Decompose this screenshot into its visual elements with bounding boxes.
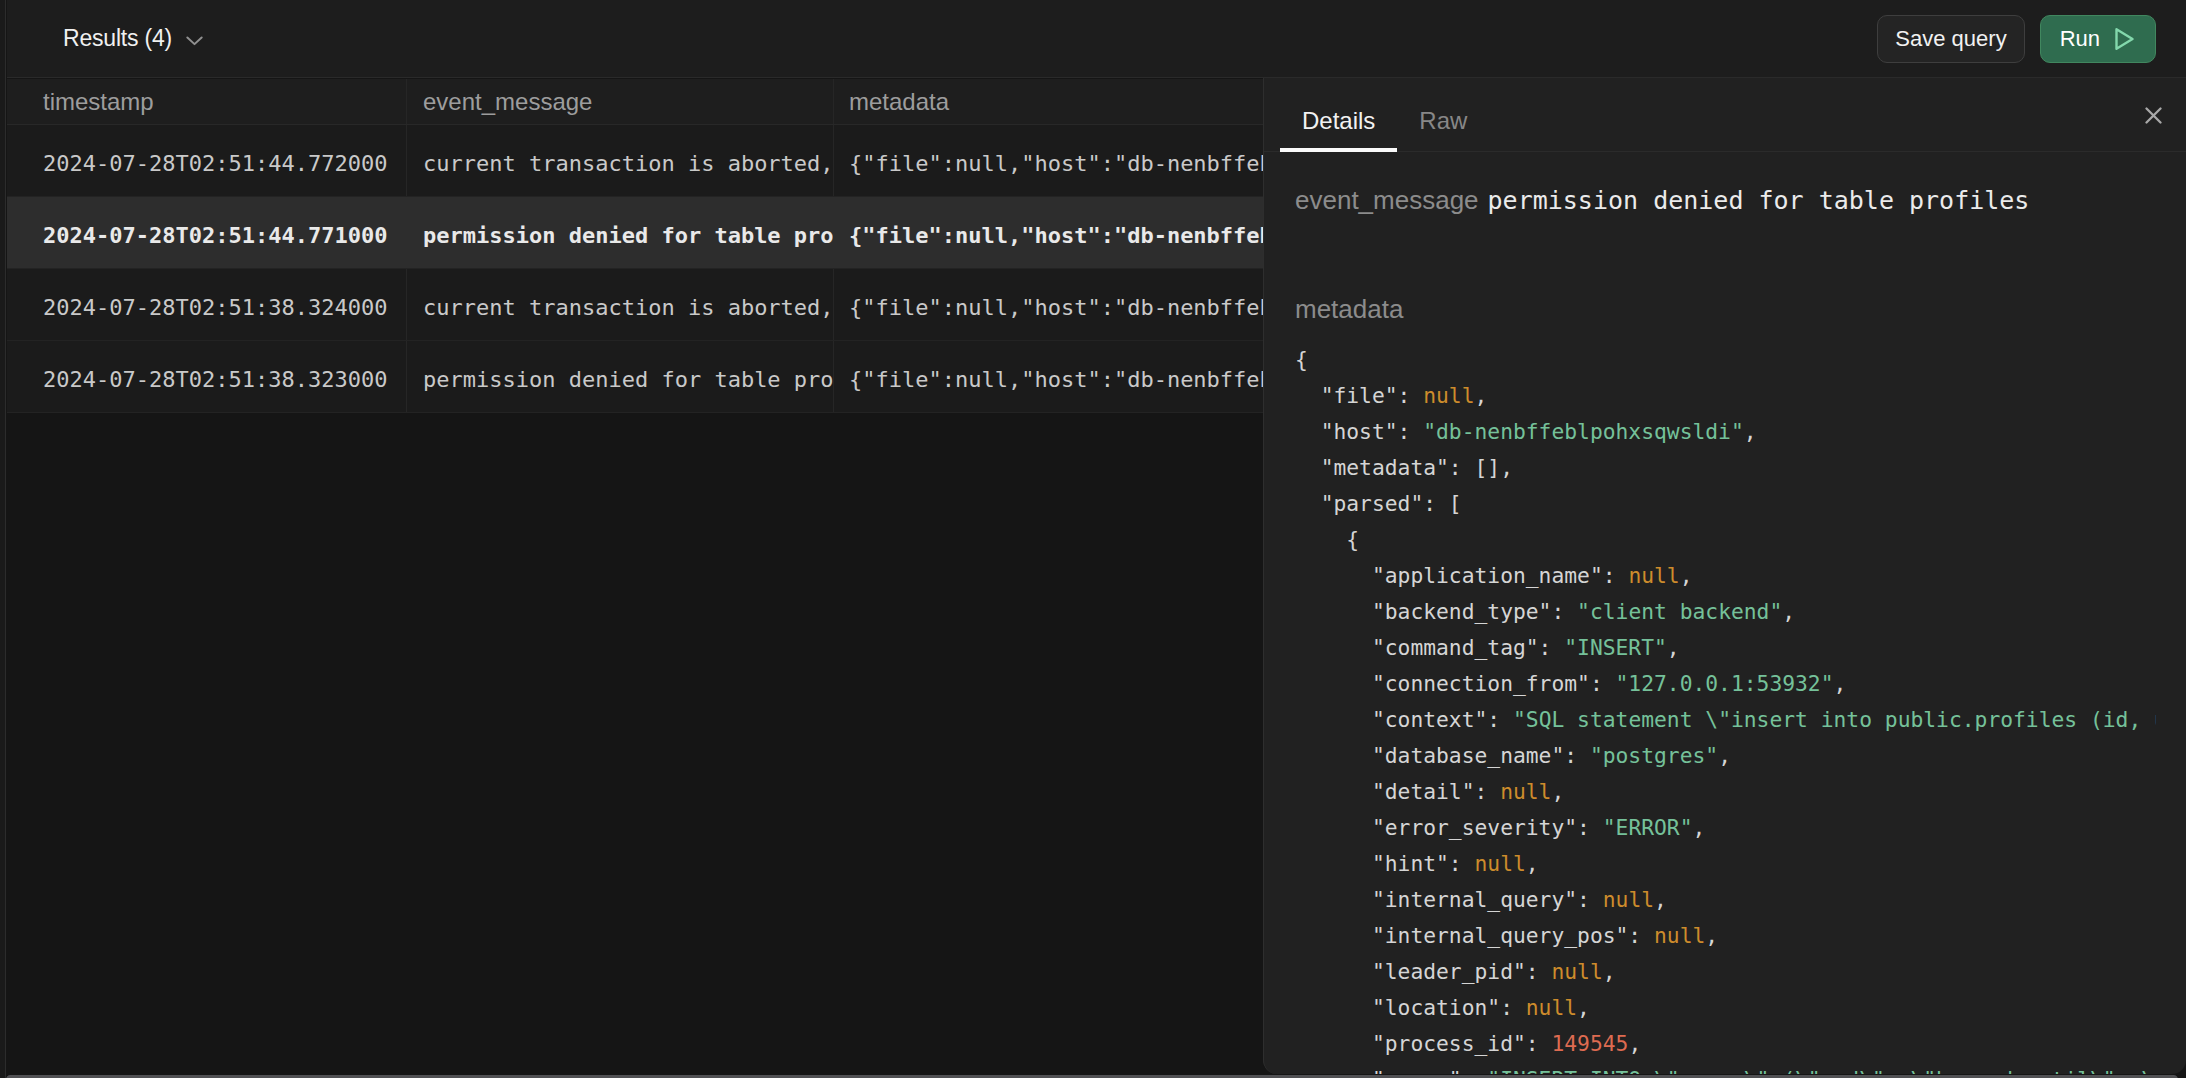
column-header-metadata[interactable]: metadata <box>834 79 1263 124</box>
close-panel-button[interactable] <box>2135 97 2171 133</box>
cell-event_message: permission denied for table profiles <box>407 197 834 268</box>
run-button-label: Run <box>2060 26 2100 52</box>
cell-timestamp: 2024-07-28T02:51:38.323000 <box>7 341 407 412</box>
cell-timestamp: 2024-07-28T02:51:44.772000 <box>7 125 407 196</box>
table-header-row: timestampevent_messagemetadata <box>7 79 1263 125</box>
cell-metadata: {"file":null,"host":"db-nenbffeblpohxsqw… <box>834 197 1263 268</box>
cell-metadata: {"file":null,"host":"db-nenbffeblpohxsqw… <box>834 341 1263 412</box>
results-count-label: Results (4) <box>63 25 172 52</box>
metadata-json-viewer[interactable]: { "file": null, "host": "db-nenbffeblpoh… <box>1295 342 2156 1074</box>
column-header-event_message[interactable]: event_message <box>407 79 834 124</box>
log-details-panel: DetailsRaw event_message permission deni… <box>1263 78 2186 1074</box>
cell-event_message: current transaction is aborted, commands… <box>407 269 834 340</box>
run-query-button[interactable]: Run <box>2040 15 2156 63</box>
tab-details[interactable]: Details <box>1280 90 1397 151</box>
cell-event_message: permission denied for table profiles <box>407 341 834 412</box>
play-icon <box>2113 26 2136 52</box>
event-message-value: permission denied for table profiles <box>1488 186 2030 215</box>
results-dropdown[interactable]: Results (4) <box>63 0 203 77</box>
table-row[interactable]: 2024-07-28T02:51:38.323000permission den… <box>7 341 1263 413</box>
metadata-label: metadata <box>1295 294 1403 325</box>
left-pane-edge <box>0 0 6 1078</box>
results-toolbar: Results (4) Save query Run <box>7 0 2186 78</box>
table-row[interactable]: 2024-07-28T02:51:44.771000permission den… <box>7 197 1263 269</box>
cell-metadata: {"file":null,"host":"db-nenbffeblpohxsqw… <box>834 269 1263 340</box>
cell-timestamp: 2024-07-28T02:51:38.324000 <box>7 269 407 340</box>
cell-metadata: {"file":null,"host":"db-nenbffeblpohxsqw… <box>834 125 1263 196</box>
table-row[interactable]: 2024-07-28T02:51:38.324000current transa… <box>7 269 1263 341</box>
event-message-field: event_message permission denied for tabl… <box>1295 185 2029 216</box>
close-icon <box>2145 107 2162 124</box>
toolbar-actions: Save query Run <box>1877 15 2156 63</box>
details-panel-tabs: DetailsRaw <box>1264 78 2186 152</box>
results-table: timestampevent_messagemetadata 2024-07-2… <box>7 79 1263 413</box>
chevron-down-icon <box>186 36 203 46</box>
table-row[interactable]: 2024-07-28T02:51:44.772000current transa… <box>7 125 1263 197</box>
save-query-button[interactable]: Save query <box>1877 15 2024 63</box>
cell-timestamp: 2024-07-28T02:51:44.771000 <box>7 197 407 268</box>
column-header-timestamp[interactable]: timestamp <box>7 79 407 124</box>
cell-event_message: current transaction is aborted, commands… <box>407 125 834 196</box>
tab-raw[interactable]: Raw <box>1397 90 1489 151</box>
event-message-label: event_message <box>1295 185 1479 216</box>
